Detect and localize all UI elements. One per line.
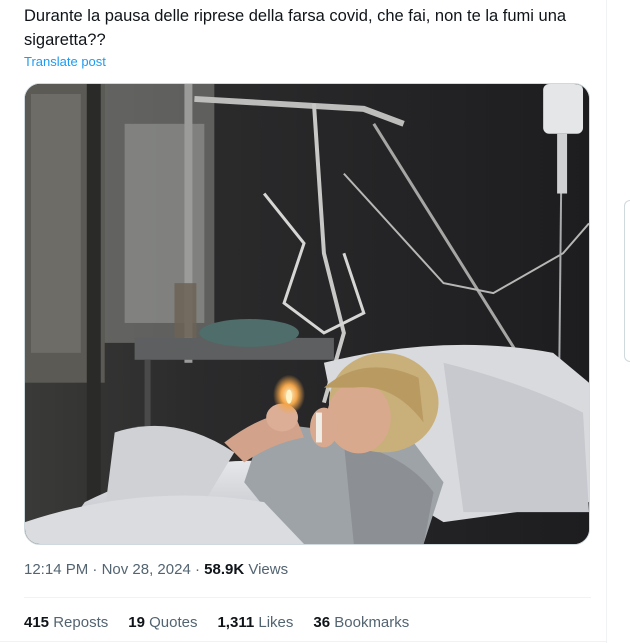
meta-separator: · [92, 561, 98, 578]
likes-stat[interactable]: 1,311 Likes [217, 614, 293, 631]
quotes-label: Quotes [149, 614, 198, 631]
reposts-stat[interactable]: 415 Reposts [24, 614, 108, 631]
reposts-count: 415 [24, 614, 50, 631]
post-date[interactable]: Nov 28, 2024 [102, 561, 191, 578]
bookmarks-count: 36 [313, 614, 331, 631]
post-time[interactable]: 12:14 PM [24, 561, 88, 578]
post-meta: 12:14 PM · Nov 28, 2024 · 58.9K Views [24, 561, 288, 578]
photo-hospital-bed-icon [25, 84, 589, 544]
side-panel-edge [624, 200, 630, 362]
column-border [606, 0, 607, 643]
translate-post-link[interactable]: Translate post [24, 54, 106, 69]
quotes-count: 19 [128, 614, 145, 631]
engagement-stats: 415 Reposts 19 Quotes 1,311 Likes 36 Boo… [24, 614, 429, 631]
post-photo[interactable] [24, 83, 590, 545]
bookmarks-label: Bookmarks [334, 614, 410, 631]
likes-count: 1,311 [217, 614, 255, 631]
quotes-stat[interactable]: 19 Quotes [128, 614, 197, 631]
views-label: Views [248, 561, 289, 578]
bookmarks-stat[interactable]: 36 Bookmarks [313, 614, 409, 631]
likes-label: Likes [258, 614, 294, 631]
views-count: 58.9K [204, 561, 245, 578]
divider [24, 597, 591, 598]
bottom-divider [0, 641, 607, 642]
post-text: Durante la pausa delle riprese della far… [24, 7, 567, 49]
meta-separator: · [194, 561, 200, 578]
reposts-label: Reposts [53, 614, 109, 631]
